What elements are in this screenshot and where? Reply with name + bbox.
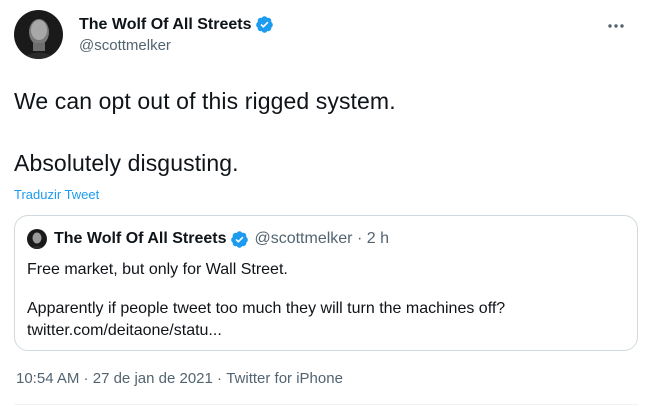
tweet-text-line-1: We can opt out of this rigged system. <box>14 88 396 114</box>
tweet-card: The Wolf Of All Streets @scottmelker We … <box>0 0 646 406</box>
author-display-name[interactable]: The Wolf Of All Streets <box>79 16 251 34</box>
author-name-row: The Wolf Of All Streets <box>79 15 274 34</box>
more-dots-icon[interactable] <box>604 16 628 36</box>
quoted-author-handle-time: @scottmelker · 2 h <box>254 230 389 247</box>
tweet-time[interactable]: 10:54 AM <box>16 370 79 387</box>
verified-badge-icon <box>255 15 274 34</box>
quoted-text-line-3[interactable]: twitter.com/deitaone/statu... <box>27 322 222 340</box>
author-names: The Wolf Of All Streets @scottmelker <box>79 15 274 54</box>
quoted-tweet[interactable]: The Wolf Of All Streets @scottmelker · 2… <box>14 215 638 351</box>
quoted-text-line-2: Apparently if people tweet too much they… <box>27 300 506 317</box>
meta-separator: · <box>79 370 93 387</box>
divider <box>14 404 638 405</box>
tweet-header: The Wolf Of All Streets @scottmelker <box>14 10 274 59</box>
tweet-meta: 10:54 AM · 27 de jan de 2021 · Twitter f… <box>16 370 343 387</box>
meta-separator: · <box>212 370 227 387</box>
tweet-date[interactable]: 27 de jan de 2021 <box>93 370 213 387</box>
quoted-author-avatar <box>27 229 47 249</box>
author-handle[interactable]: @scottmelker <box>79 37 274 54</box>
translate-tweet-link[interactable]: Traduzir Tweet <box>14 187 99 202</box>
quoted-tweet-header: The Wolf Of All Streets @scottmelker · 2… <box>27 229 389 249</box>
verified-badge-icon <box>230 230 249 249</box>
quoted-text-line-1: Free market, but only for Wall Street. <box>27 261 288 278</box>
tweet-source[interactable]: Twitter for iPhone <box>226 370 343 387</box>
author-avatar[interactable] <box>14 10 63 59</box>
tweet-text-line-2: Absolutely disgusting. <box>14 150 239 176</box>
quoted-author-display-name: The Wolf Of All Streets <box>54 230 227 247</box>
